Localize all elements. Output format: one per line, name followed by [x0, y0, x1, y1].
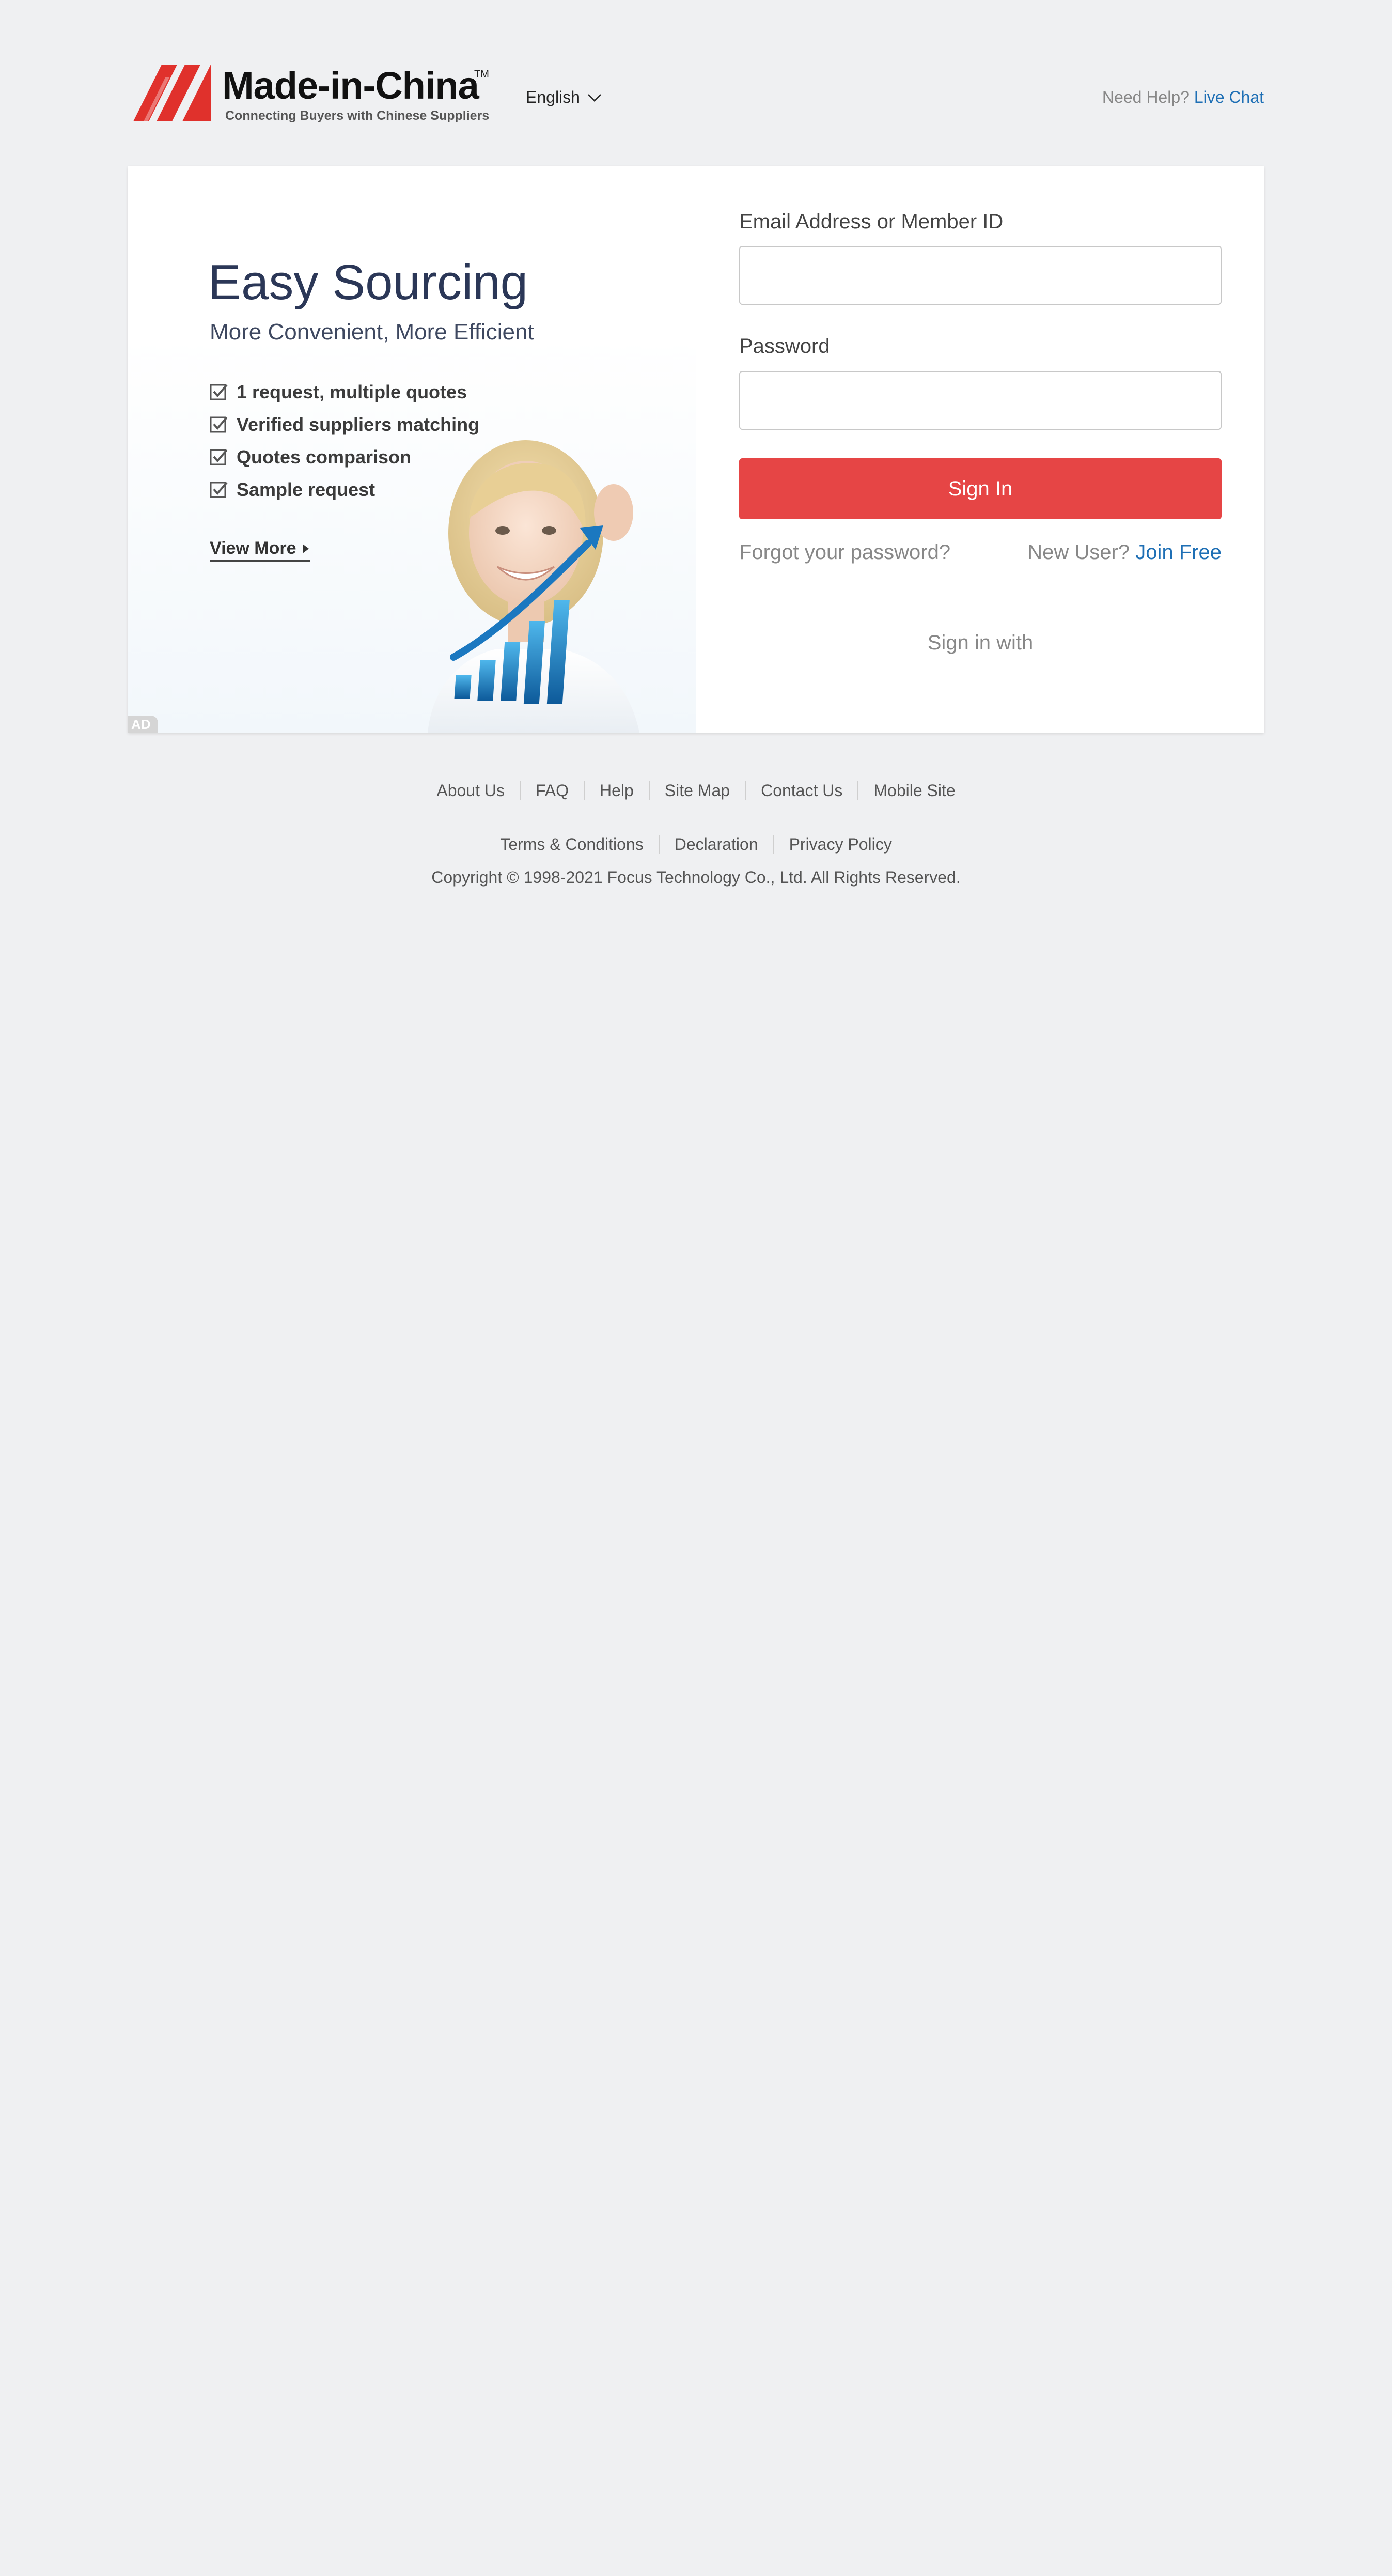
ad-feature-text: Sample request [237, 478, 376, 500]
new-user-area: New User? Join Free [1027, 541, 1222, 564]
footer-link-declaration[interactable]: Declaration [658, 835, 773, 854]
language-selector[interactable]: English [526, 88, 602, 107]
ad-feature-text: 1 request, multiple quotes [237, 381, 467, 402]
ad-title: Easy Sourcing [208, 255, 528, 310]
ad-feature-item: 1 request, multiple quotes [210, 376, 479, 408]
footer-links-primary: About Us FAQ Help Site Map Contact Us Mo… [128, 781, 1264, 800]
chevron-down-icon [587, 94, 602, 102]
logo-mark-icon [133, 65, 211, 121]
logo-wordmark: Made-in-China [222, 64, 479, 107]
checkbox-checked-icon [210, 482, 228, 498]
footer-link-terms[interactable]: Terms & Conditions [485, 835, 658, 854]
sign-in-button[interactable]: Sign In [739, 458, 1222, 519]
email-label: Email Address or Member ID [739, 210, 1004, 233]
footer-link-faq[interactable]: FAQ [519, 781, 584, 800]
help-area: Need Help? Live Chat [1102, 88, 1264, 107]
ad-subtitle: More Convenient, More Efficient [210, 319, 534, 345]
help-prefix: Need Help? [1102, 88, 1190, 106]
logo-tagline: Connecting Buyers with Chinese Suppliers [225, 108, 490, 123]
join-free-link[interactable]: Join Free [1135, 541, 1222, 564]
checkbox-checked-icon [210, 449, 228, 465]
language-label: English [526, 88, 580, 106]
ad-banner[interactable]: Easy Sourcing More Convenient, More Effi… [128, 166, 696, 733]
checkbox-checked-icon [210, 416, 228, 432]
site-header: Made-in-China TM Connecting Buyers with … [128, 57, 1264, 129]
new-user-prefix: New User? [1027, 541, 1130, 564]
footer-link-about-us[interactable]: About Us [421, 781, 520, 800]
signin-card: Easy Sourcing More Convenient, More Effi… [128, 166, 1264, 733]
ad-feature-text: Quotes comparison [237, 446, 412, 468]
password-field[interactable] [739, 371, 1222, 430]
logo-trademark: TM [474, 69, 489, 80]
copyright-text: Copyright © 1998-2021 Focus Technology C… [431, 868, 961, 887]
footer-link-help[interactable]: Help [583, 781, 649, 800]
footer-links-secondary: Terms & Conditions Declaration Privacy P… [128, 835, 1264, 854]
ad-illustration-image [428, 440, 639, 733]
footer-link-privacy-policy[interactable]: Privacy Policy [773, 835, 907, 854]
ad-view-more-label: View More [210, 538, 296, 558]
live-chat-link[interactable]: Live Chat [1194, 88, 1264, 106]
triangle-right-icon [302, 544, 309, 553]
ad-view-more-link[interactable]: View More [210, 538, 310, 562]
password-label: Password [739, 335, 830, 358]
email-field[interactable] [739, 246, 1222, 305]
forgot-password-link[interactable]: Forgot your password? [739, 541, 950, 564]
footer-link-mobile-site[interactable]: Mobile Site [857, 781, 970, 800]
made-in-china-logo[interactable]: Made-in-China TM Connecting Buyers with … [133, 59, 495, 127]
sign-in-with-label: Sign in with [927, 631, 1034, 654]
footer-link-site-map[interactable]: Site Map [648, 781, 745, 800]
ad-badge: AD [128, 716, 158, 733]
checkbox-checked-icon [210, 384, 228, 400]
footer-link-contact-us[interactable]: Contact Us [745, 781, 857, 800]
